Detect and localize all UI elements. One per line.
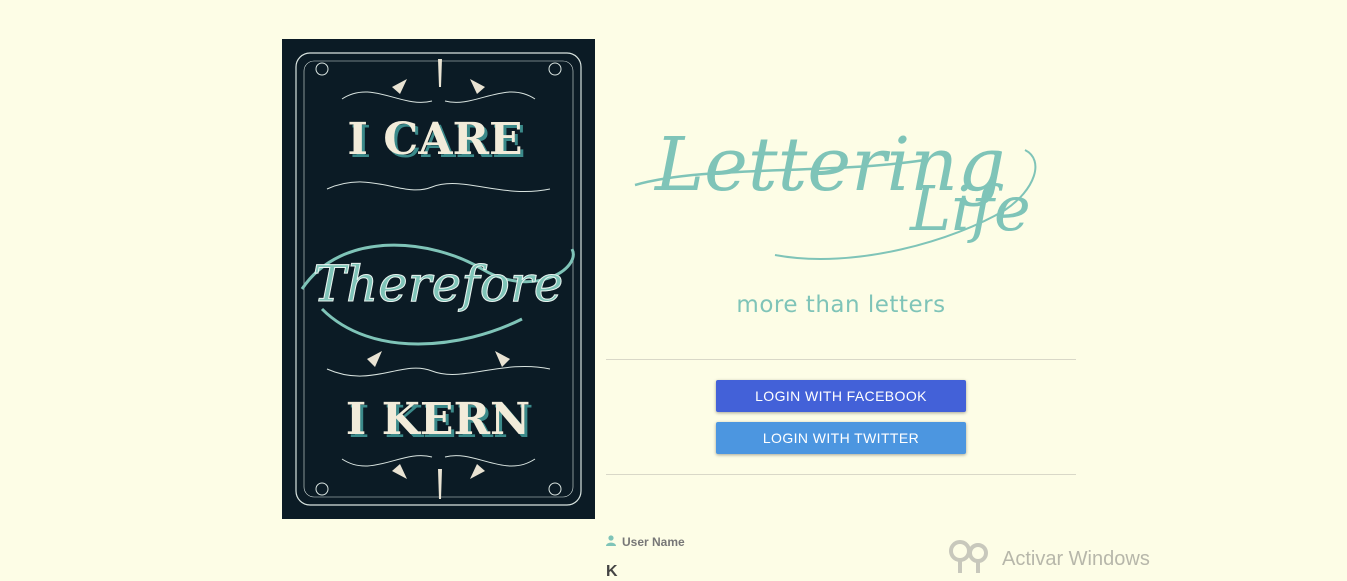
username-label-row: User Name — [606, 535, 685, 549]
login-facebook-button[interactable]: LOGIN WITH FACEBOOK — [716, 380, 966, 412]
watermark-text: Activar Windows — [1002, 547, 1150, 570]
brand-logo: Lettering Life — [625, 90, 1055, 270]
poster-artwork: I CARE I CARE Therefore I KERN I KERN — [295, 52, 582, 506]
login-twitter-button[interactable]: LOGIN WITH TWITTER — [716, 422, 966, 454]
poster-image: I CARE I CARE Therefore I KERN I KERN — [282, 39, 595, 519]
username-label: User Name — [622, 535, 685, 549]
brand-tagline: more than letters — [736, 292, 946, 318]
divider-bottom — [606, 474, 1076, 475]
divider-top — [606, 359, 1076, 360]
windows-activation-watermark: Activar Windows — [948, 539, 1150, 579]
logo-word-life: Life — [909, 172, 1031, 245]
keys-icon — [948, 539, 992, 579]
poster-line2: I KERN — [346, 394, 530, 445]
poster-line1: I CARE — [347, 114, 522, 165]
poster-script: Therefore — [313, 255, 564, 313]
user-icon — [606, 535, 616, 549]
next-field-label-partial: K — [606, 563, 619, 580]
